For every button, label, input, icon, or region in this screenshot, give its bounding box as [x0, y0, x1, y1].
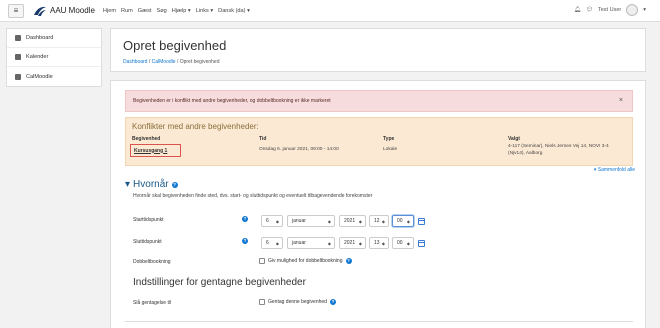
repeat-checkbox[interactable] [259, 299, 265, 305]
col-header-event: Begivenhed [132, 136, 161, 142]
start-time-label: Starttidspunkt [133, 217, 164, 223]
brand-name[interactable]: AAU Moodle [50, 6, 95, 15]
sidebar-item-calendar[interactable]: Kalender [7, 48, 101, 67]
nav-menu-help[interactable]: Hjælp ▾ [172, 8, 191, 14]
calendar-icon[interactable] [418, 218, 425, 225]
sidebar-item-calmoodle[interactable]: CalMoodle [7, 67, 101, 86]
conflict-chosen-line1: 4-117 (Seminar), Niels Jernes Vej 14, NO… [508, 144, 609, 149]
aau-logo-icon[interactable] [33, 5, 47, 17]
conflict-alert: Begivenheden er i konflikt med andre beg… [125, 90, 633, 112]
sidebar: Dashboard Kalender CalMoodle [6, 28, 102, 87]
end-month-select[interactable]: januar ◆ [287, 237, 335, 249]
user-area: 🔔︎ 💬︎ Test User ▾ [574, 4, 646, 16]
start-minute-select[interactable]: 00 ◆ [392, 215, 414, 227]
conflict-title: Konflikter med andre begivenheder: [132, 122, 259, 131]
double-booking-row: Giv mulighed for dobbeltbookning ? [259, 258, 352, 264]
chevron-down-icon: ▾ [125, 179, 131, 190]
double-booking-text: Giv mulighed for dobbeltbookning [268, 258, 343, 264]
end-time-label: Sluttidspunkt [133, 239, 162, 245]
help-icon[interactable]: ? [329, 299, 336, 305]
event-form: Begivenheden er i konflikt med andre beg… [110, 80, 646, 328]
nav-link-search[interactable]: Søg [156, 8, 166, 14]
close-icon[interactable]: × [619, 97, 623, 104]
divider [125, 321, 633, 322]
user-name[interactable]: Test User [598, 7, 621, 13]
breadcrumb-current: Opret begivenhed [179, 59, 220, 65]
end-minute-select[interactable]: 00 ◆ [392, 237, 414, 249]
repeat-section-title: Indstillinger for gentagne begivenheder [133, 277, 306, 288]
collapse-all-link[interactable]: ▾ Sammenfold alle [594, 167, 635, 173]
nav-link-guest[interactable]: Gæst [138, 8, 152, 14]
nav-link-home[interactable]: Hjem [103, 8, 116, 14]
help-icon[interactable]: ? [345, 258, 352, 264]
repeat-text: Gentag denne begivenhed [268, 299, 327, 305]
conflict-type: Lokale [383, 147, 398, 152]
section-when-title: Hvornår [133, 179, 169, 190]
conflict-table: Konflikter med andre begivenheder: Begiv… [125, 117, 633, 166]
section-when-description: Hvornår skal begivenheden finde sted, dv… [133, 193, 373, 199]
top-navbar: ≡ AAU Moodle Hjem Rum Gæst Søg Hjælp ▾ L… [0, 0, 660, 22]
chevron-down-icon[interactable]: ▾ [643, 7, 646, 13]
sidebar-item-label: Dashboard [26, 35, 54, 41]
col-header-type: Type [383, 136, 395, 142]
alert-text: Begivenheden er i konflikt med andre beg… [133, 98, 331, 104]
start-hour-select[interactable]: 12 ◆ [369, 215, 389, 227]
double-booking-label: Dobbeltbookning [133, 259, 171, 265]
nav-menu-language[interactable]: Dansk (da) ▾ [218, 8, 250, 14]
sidebar-item-label: Kalender [26, 54, 49, 60]
help-icon[interactable]: ? [242, 216, 248, 222]
help-icon[interactable]: ? [242, 238, 248, 244]
start-day-select[interactable]: 6 ◆ [261, 215, 283, 227]
end-year-select[interactable]: 2021 ◆ [339, 237, 366, 249]
col-header-chosen: Valgt [508, 136, 520, 142]
list-icon [15, 73, 21, 80]
conflict-event-link[interactable]: Kursusgang 1 [130, 144, 181, 157]
col-header-time: Tid [259, 136, 267, 142]
page-header: Opret begivenhed Dashboard / CalMoodle /… [110, 28, 646, 72]
breadcrumb-dashboard[interactable]: Dashboard [123, 59, 147, 65]
section-when-header[interactable]: ▾ Hvornår ? [125, 179, 178, 190]
calendar-icon[interactable] [418, 240, 425, 247]
start-year-select[interactable]: 2021 ◆ [339, 215, 366, 227]
help-icon[interactable]: ? [171, 181, 178, 188]
repeat-label: Slå gentagelse til [133, 300, 172, 306]
sidebar-item-label: CalMoodle [26, 73, 53, 80]
end-hour-select[interactable]: 13 ◆ [369, 237, 389, 249]
nav-links: Hjem Rum Gæst Søg Hjælp ▾ Links ▾ Dansk … [103, 8, 250, 14]
breadcrumb-calmoodle[interactable]: CalMoodle [152, 59, 176, 65]
nav-link-rooms[interactable]: Rum [121, 8, 133, 14]
page-title: Opret begivenhed [123, 38, 227, 53]
chat-icon[interactable]: 💬︎ [586, 7, 593, 13]
breadcrumb: Dashboard / CalMoodle / Opret begivenhed [123, 59, 220, 65]
end-day-select[interactable]: 6 ◆ [261, 237, 283, 249]
conflict-chosen-line2: (Njv14), Aalborg [508, 151, 543, 156]
nav-menu-links[interactable]: Links ▾ [196, 8, 213, 14]
start-month-select[interactable]: januar ◆ [287, 215, 335, 227]
repeat-row: Gentag denne begivenhed ? [259, 299, 336, 305]
double-booking-checkbox[interactable] [259, 258, 265, 264]
sidebar-item-dashboard[interactable]: Dashboard [7, 29, 101, 48]
hamburger-icon[interactable]: ≡ [8, 3, 24, 18]
avatar[interactable] [626, 4, 639, 16]
conflict-time: Onsdag 6. januar 2021, 09:00 - 14:00 [259, 147, 339, 152]
calendar-icon [15, 54, 21, 60]
bell-icon[interactable]: 🔔︎ [574, 7, 581, 13]
dashboard-icon [15, 35, 21, 41]
